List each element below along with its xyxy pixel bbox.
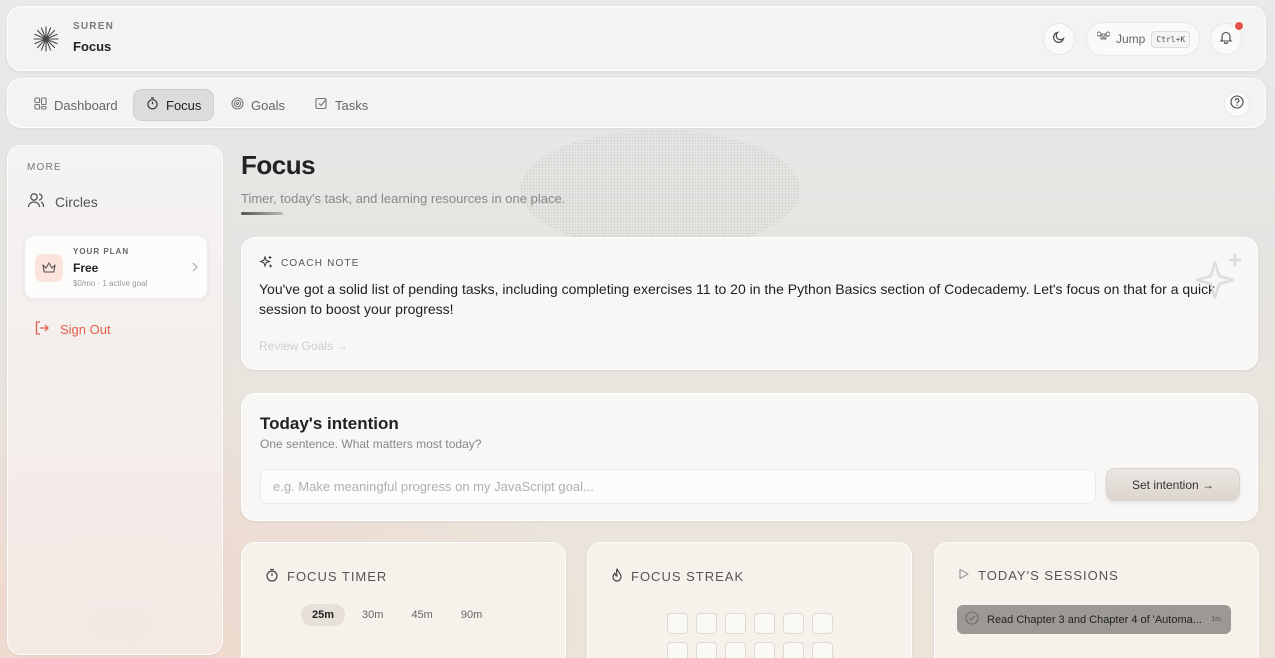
streak-cell xyxy=(725,613,746,634)
focus-streak-card: FOCUS STREAK xyxy=(587,542,912,658)
background-texture xyxy=(520,130,800,250)
coach-note-header: COACH NOTE xyxy=(258,255,360,272)
page-subtitle: Timer, today's task, and learning resour… xyxy=(241,191,566,206)
notification-badge xyxy=(1234,21,1244,31)
nav-item-tasks[interactable]: Tasks xyxy=(303,89,380,121)
intention-subtitle: One sentence. What matters most today? xyxy=(260,437,482,451)
intention-input[interactable] xyxy=(260,469,1096,504)
review-goals-link[interactable]: Review Goals → xyxy=(259,339,348,353)
sunburst-logo-icon xyxy=(32,25,60,53)
sidebar-section-label: MORE xyxy=(27,162,62,173)
streak-grid xyxy=(667,613,833,658)
bell-icon xyxy=(1219,30,1233,49)
focus-timer-card: FOCUS TIMER 25m 30m 45m 90m xyxy=(241,542,566,658)
streak-cell xyxy=(754,613,775,634)
nav-item-goals[interactable]: Goals xyxy=(219,89,297,121)
plan-details: $0/mo · 1 active goal xyxy=(73,279,148,288)
focus-timer-title: FOCUS TIMER xyxy=(287,569,388,584)
sidebar: MORE Circles YOUR PLAN Free $0/mo · 1 ac… xyxy=(7,145,223,655)
check-circle-icon xyxy=(965,611,979,628)
streak-cell xyxy=(725,642,746,658)
target-icon xyxy=(231,97,244,113)
streak-cell xyxy=(812,613,833,634)
focus-streak-header: FOCUS STREAK xyxy=(611,568,744,585)
sign-out-label: Sign Out xyxy=(60,322,111,337)
sessions-title: TODAY'S SESSIONS xyxy=(978,568,1119,583)
nav-label: Dashboard xyxy=(54,97,118,113)
session-label: Read Chapter 3 and Chapter 4 of 'Automa.… xyxy=(987,613,1202,626)
coach-note-label: COACH NOTE xyxy=(281,258,360,269)
sidebar-item-circles[interactable]: Circles xyxy=(27,192,98,211)
stopwatch-icon xyxy=(146,97,159,113)
sessions-header: TODAY'S SESSIONS xyxy=(958,568,1119,583)
users-icon xyxy=(27,192,45,211)
grid-icon xyxy=(34,97,47,113)
jump-search-button[interactable]: Jump Ctrl+K xyxy=(1086,22,1200,56)
duration-chip-90m[interactable]: 90m xyxy=(450,604,493,626)
coach-note-text: You've got a solid list of pending tasks… xyxy=(259,281,1216,317)
main-nav: Dashboard Focus Goals Tasks xyxy=(7,78,1266,128)
sidebar-item-label: Circles xyxy=(55,193,98,210)
top-header: SUREN Focus Jump Ctrl+K xyxy=(7,6,1266,71)
duration-chip-45m[interactable]: 45m xyxy=(400,604,443,626)
streak-cell xyxy=(667,613,688,634)
sparkle-decoration-icon xyxy=(1191,250,1247,311)
nav-label: Goals xyxy=(251,97,285,113)
todays-sessions-card: TODAY'S SESSIONS Read Chapter 3 and Chap… xyxy=(934,542,1259,658)
duration-chip-25m[interactable]: 25m xyxy=(301,604,346,626)
streak-cell xyxy=(667,642,688,658)
session-list-item[interactable]: Read Chapter 3 and Chapter 4 of 'Automa.… xyxy=(957,605,1231,634)
theme-toggle-button[interactable] xyxy=(1043,23,1075,55)
stopwatch-icon xyxy=(265,568,279,585)
brand-title: Focus xyxy=(73,39,112,54)
page-title: Focus xyxy=(241,150,316,180)
nav-item-focus[interactable]: Focus xyxy=(133,89,215,121)
focus-streak-title: FOCUS STREAK xyxy=(631,569,745,584)
plan-label: YOUR PLAN xyxy=(73,247,130,256)
intention-title: Today's intention xyxy=(260,414,399,433)
set-intention-button[interactable]: Set intention → xyxy=(1106,468,1240,501)
flame-icon xyxy=(611,568,623,585)
sign-out-button[interactable]: Sign Out xyxy=(34,320,111,339)
streak-cell xyxy=(812,642,833,658)
duration-chip-30m[interactable]: 30m xyxy=(351,604,394,626)
command-icon xyxy=(1096,30,1111,48)
nav-item-dashboard[interactable]: Dashboard xyxy=(22,89,130,121)
crown-icon xyxy=(35,254,63,282)
moon-icon xyxy=(1052,30,1066,49)
logout-icon xyxy=(34,320,50,339)
sparkles-icon xyxy=(258,255,273,272)
nav-label: Focus xyxy=(166,97,202,113)
plan-name: Free xyxy=(73,261,99,275)
intention-card: Today's intention One sentence. What mat… xyxy=(241,393,1258,521)
session-duration: 1m xyxy=(1211,616,1221,623)
help-button[interactable] xyxy=(1224,91,1250,117)
focus-timer-header: FOCUS TIMER xyxy=(265,568,387,585)
jump-shortcut: Ctrl+K xyxy=(1151,30,1191,48)
streak-cell xyxy=(696,642,717,658)
chevron-right-icon xyxy=(191,260,199,278)
streak-cell xyxy=(783,642,804,658)
title-underline xyxy=(241,212,283,215)
streak-cell xyxy=(783,613,804,634)
coach-note-card: COACH NOTE You've got a solid list of pe… xyxy=(241,237,1258,370)
streak-cell xyxy=(754,642,775,658)
question-icon xyxy=(1230,94,1244,114)
brand-user-label: SUREN xyxy=(73,21,115,32)
nav-label: Tasks xyxy=(335,97,369,113)
play-icon xyxy=(958,568,970,583)
checkbox-icon xyxy=(315,97,328,113)
streak-cell xyxy=(696,613,717,634)
duration-selector: 25m 30m 45m 90m xyxy=(301,604,493,626)
jump-label: Jump xyxy=(1116,32,1146,46)
plan-card[interactable]: YOUR PLAN Free $0/mo · 1 active goal xyxy=(24,235,208,299)
